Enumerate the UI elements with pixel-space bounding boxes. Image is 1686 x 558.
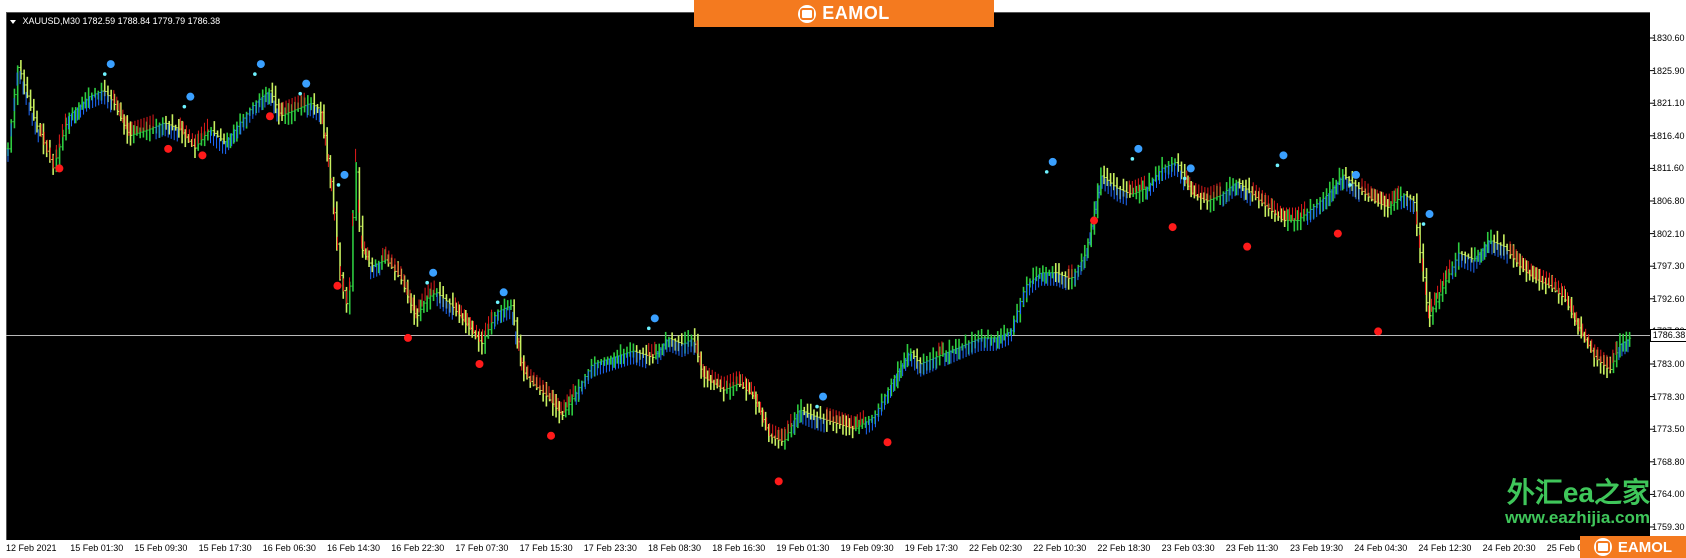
signal-up-dot bbox=[106, 60, 115, 69]
ohlc-bar bbox=[1628, 331, 1632, 347]
minor-marker bbox=[182, 104, 187, 109]
ohlc-bar bbox=[354, 162, 358, 221]
minor-marker bbox=[1348, 183, 1352, 187]
minor-marker bbox=[1421, 222, 1426, 226]
ohlc-bar bbox=[32, 98, 36, 121]
ohlc-bar bbox=[1437, 292, 1441, 310]
signal-down-dot bbox=[1333, 229, 1342, 238]
watermark-title: 外汇ea之家 bbox=[1506, 477, 1650, 508]
signal-up-dot bbox=[1048, 157, 1057, 166]
signal-up-dot bbox=[819, 392, 828, 401]
corner-brand-name: EAMOL bbox=[1617, 538, 1673, 556]
symbol-ohlc: 1782.59 1788.84 1779.79 1786.38 bbox=[82, 16, 221, 26]
signal-down-dot bbox=[333, 281, 342, 290]
signal-down-dot bbox=[198, 151, 207, 160]
signal-up-dot bbox=[1351, 170, 1360, 179]
signal-up-dot bbox=[429, 268, 438, 277]
signal-up-dot bbox=[302, 79, 311, 88]
ohlc-bar bbox=[422, 300, 426, 313]
signal-down-dot bbox=[883, 438, 892, 447]
signal-down-dot bbox=[547, 431, 556, 440]
signal-up-dot bbox=[186, 92, 195, 101]
ohlc-bar bbox=[1473, 247, 1477, 262]
minor-marker bbox=[336, 183, 341, 187]
signal-up-dot bbox=[1425, 210, 1434, 219]
dropdown-arrow-icon[interactable] bbox=[10, 19, 16, 24]
signal-up-dot bbox=[1186, 164, 1195, 173]
signal-down-dot bbox=[1090, 216, 1099, 225]
signal-up-dot bbox=[1279, 151, 1288, 160]
brand-name: EAMOL bbox=[822, 3, 890, 23]
signal-up-dot bbox=[340, 170, 349, 179]
ohlc-bar bbox=[570, 394, 574, 416]
minor-marker bbox=[815, 404, 819, 409]
signal-down-dot bbox=[403, 333, 412, 342]
signal-down-dot bbox=[475, 359, 484, 368]
signal-down-dot bbox=[1374, 327, 1383, 336]
minor-marker bbox=[495, 300, 500, 305]
symbol-info[interactable]: XAUUSD,M30 1782.59 1788.84 1779.79 1786.… bbox=[10, 16, 220, 26]
signal-down-dot bbox=[1168, 223, 1177, 232]
signal-down-dot bbox=[1243, 242, 1252, 251]
ohlc-bar bbox=[1344, 167, 1348, 180]
signal-down-dot bbox=[164, 144, 173, 153]
signal-up-dot bbox=[499, 288, 508, 297]
minor-marker bbox=[298, 91, 303, 96]
minor-marker bbox=[1275, 163, 1280, 168]
minor-marker bbox=[253, 72, 257, 76]
ohlc-bar bbox=[986, 329, 990, 340]
signal-down-dot bbox=[55, 164, 64, 173]
signal-up-dot bbox=[256, 60, 265, 69]
ohlc-bar bbox=[357, 167, 361, 232]
watermark-url: www.eazhijia.com bbox=[1505, 508, 1650, 527]
ohlc-bar bbox=[425, 295, 429, 312]
minor-marker bbox=[646, 326, 651, 331]
signal-down-dot bbox=[774, 477, 783, 486]
brand-banner: EAMOL bbox=[694, 0, 994, 27]
chart-plot bbox=[6, 37, 1654, 528]
robot-logo-icon bbox=[1593, 538, 1612, 556]
minor-marker bbox=[102, 72, 107, 76]
corner-brand: EAMOL bbox=[1580, 536, 1686, 558]
watermark: 外汇ea之家 www.eazhijia.com bbox=[1505, 478, 1650, 528]
minor-marker bbox=[1130, 157, 1135, 161]
signal-down-dot bbox=[265, 112, 274, 121]
robot-logo-icon bbox=[798, 4, 817, 23]
symbol-name: XAUUSD,M30 bbox=[22, 16, 81, 26]
minor-marker bbox=[425, 280, 429, 285]
ohlc-bar bbox=[35, 110, 39, 133]
minor-marker bbox=[1182, 176, 1187, 181]
ohlc-bar bbox=[818, 405, 822, 420]
signal-up-dot bbox=[650, 314, 659, 323]
current-price-tag: 1786.38 bbox=[1650, 329, 1686, 343]
signal-up-dot bbox=[1134, 144, 1143, 153]
minor-marker bbox=[1044, 170, 1049, 174]
ohlc-bar bbox=[1247, 177, 1251, 194]
